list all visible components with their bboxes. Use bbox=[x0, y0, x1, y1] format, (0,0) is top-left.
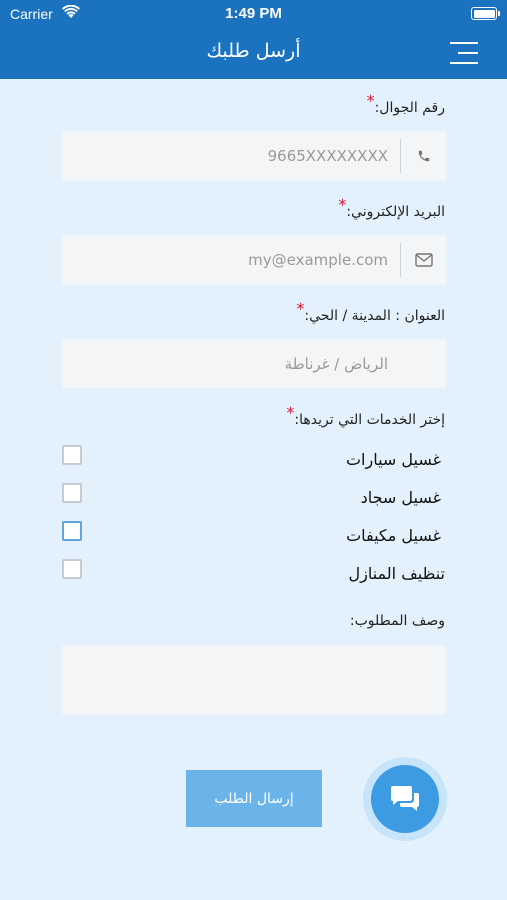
checkbox-car-wash[interactable] bbox=[62, 445, 82, 465]
checkbox-house-cleaning[interactable] bbox=[62, 559, 82, 579]
services-label: إختر الخدمات التي تريدها:* bbox=[286, 403, 445, 428]
phone-icon bbox=[400, 139, 446, 173]
required-mark: * bbox=[296, 299, 305, 318]
description-label: وصف المطلوب: bbox=[349, 613, 445, 629]
checkbox-ac-wash[interactable] bbox=[62, 521, 82, 541]
address-placeholder: الرياض / غرناطة bbox=[284, 354, 388, 373]
option-car-wash: غسيل سيارات bbox=[345, 450, 441, 469]
envelope-icon bbox=[400, 243, 446, 277]
chat-button[interactable] bbox=[371, 765, 439, 833]
navigation-bar: Carrier 1:49 PM أرسل طلبك bbox=[0, 0, 507, 79]
battery-icon bbox=[471, 7, 500, 20]
email-placeholder: my@example.com bbox=[248, 251, 388, 269]
address-field[interactable]: الرياض / غرناطة bbox=[62, 339, 446, 388]
option-ac-wash: غسيل مكيفات bbox=[346, 526, 441, 545]
checkbox-carpet-wash[interactable] bbox=[62, 483, 82, 503]
hamburger-menu-icon[interactable] bbox=[450, 42, 478, 64]
phone-label: رقم الجوال:* bbox=[366, 91, 445, 116]
submit-button[interactable]: إرسال الطلب bbox=[186, 770, 322, 827]
email-label: البريد الإلكتروني:* bbox=[338, 195, 445, 220]
status-bar: Carrier 1:49 PM bbox=[0, 0, 507, 28]
required-mark: * bbox=[338, 195, 347, 214]
status-time: 1:49 PM bbox=[225, 5, 282, 22]
chat-bubbles-icon bbox=[391, 786, 419, 811]
phone-placeholder: 9665XXXXXXXX bbox=[267, 147, 388, 165]
address-label: العنوان : المدينة / الحي:* bbox=[296, 299, 445, 324]
description-textarea[interactable] bbox=[62, 645, 446, 715]
option-carpet-wash: غسيل سجاد bbox=[360, 488, 441, 507]
required-mark: * bbox=[286, 403, 295, 422]
required-mark: * bbox=[366, 91, 375, 110]
option-house-cleaning: تنظيف المنازل bbox=[348, 564, 445, 583]
phone-field[interactable]: 9665XXXXXXXX bbox=[62, 131, 446, 181]
page-title: أرسل طلبك bbox=[206, 40, 301, 62]
email-field[interactable]: my@example.com bbox=[62, 235, 446, 285]
